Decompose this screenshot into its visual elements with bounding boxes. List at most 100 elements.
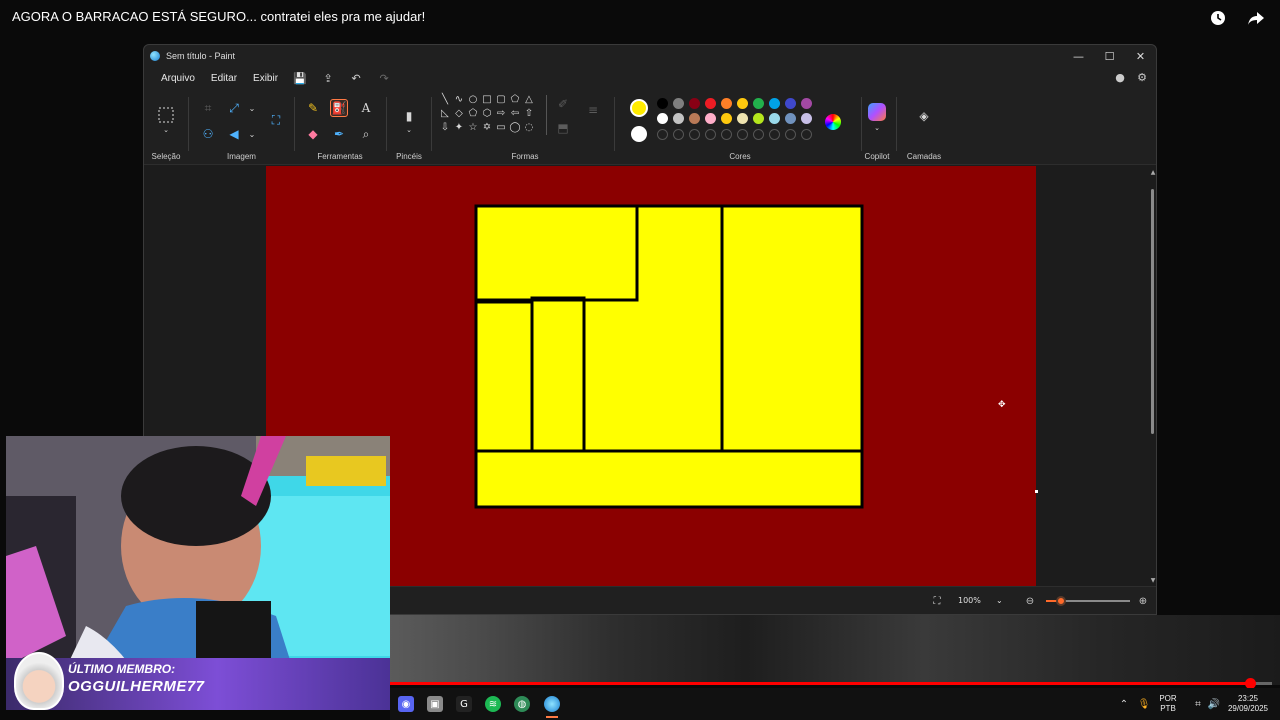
color-swatch[interactable]: [737, 113, 748, 124]
video-progress-bar[interactable]: [390, 678, 1272, 689]
menu-arquivo[interactable]: Arquivo: [153, 73, 203, 84]
color-picker-icon[interactable]: ✒: [330, 125, 348, 143]
line-shape-icon[interactable]: ╲: [438, 92, 452, 106]
redo-icon[interactable]: ↷: [370, 72, 398, 85]
fit-to-window-icon[interactable]: ⛶: [931, 595, 943, 607]
save-icon[interactable]: 💾: [286, 72, 314, 85]
image-effect-icon[interactable]: ⚇: [199, 125, 217, 143]
color-swatch[interactable]: [769, 98, 780, 109]
camera-app-icon[interactable]: ▣: [427, 696, 443, 712]
color-swatch[interactable]: [689, 113, 700, 124]
microphone-icon[interactable]: 🎙: [1136, 696, 1152, 712]
empty-color-slot[interactable]: [769, 129, 780, 140]
browser-icon[interactable]: ◍: [514, 696, 530, 712]
hexagon-shape-icon[interactable]: ⬡: [480, 106, 494, 120]
empty-color-slot[interactable]: [657, 129, 668, 140]
crop-icon[interactable]: ⌗: [199, 99, 217, 117]
color-swatch[interactable]: [785, 113, 796, 124]
curve-shape-icon[interactable]: ∿: [452, 92, 466, 106]
color-swatch[interactable]: [753, 98, 764, 109]
callout-oval-shape-icon[interactable]: ◯: [508, 120, 522, 134]
callout-cloud-shape-icon[interactable]: ◌: [522, 120, 536, 134]
selection-chevron-icon[interactable]: ⌄: [157, 125, 175, 135]
eraser-icon[interactable]: ◆: [304, 125, 322, 143]
edit-colors-icon[interactable]: [825, 114, 841, 130]
empty-color-slot[interactable]: [673, 129, 684, 140]
magnifier-icon[interactable]: ⌕: [357, 125, 375, 143]
menu-exibir[interactable]: Exibir: [245, 73, 286, 84]
zoom-slider[interactable]: [1046, 596, 1130, 606]
scroll-up-icon[interactable]: ▲: [1150, 169, 1156, 176]
fill-style-icon[interactable]: ⬒: [554, 119, 572, 137]
discord-icon[interactable]: ◉: [398, 696, 414, 712]
empty-color-slot[interactable]: [689, 129, 700, 140]
pencil-icon[interactable]: ✎: [304, 99, 322, 117]
empty-color-slot[interactable]: [753, 129, 764, 140]
shape-size-icon[interactable]: ≡: [584, 101, 602, 119]
color-swatch[interactable]: [705, 113, 716, 124]
background-removal-icon[interactable]: ⛶: [265, 109, 287, 131]
selection-rect-icon[interactable]: [157, 106, 175, 124]
secondary-color[interactable]: [631, 126, 647, 142]
empty-color-slot[interactable]: [721, 129, 732, 140]
tray-chevron-icon[interactable]: ⌃: [1116, 696, 1132, 712]
spotify-icon[interactable]: ≋: [485, 696, 501, 712]
scroll-thumb[interactable]: [1151, 189, 1154, 434]
maximize-button[interactable]: ☐: [1094, 45, 1125, 67]
canvas-resize-handle[interactable]: [1035, 490, 1038, 493]
color-swatch[interactable]: [801, 98, 812, 109]
oval-shape-icon[interactable]: ○: [466, 92, 480, 106]
share-file-icon[interactable]: ⇪: [314, 72, 342, 85]
scroll-down-icon[interactable]: ▼: [1150, 577, 1156, 584]
outline-icon[interactable]: ✐: [554, 95, 572, 113]
color-swatch[interactable]: [673, 113, 684, 124]
star4-shape-icon[interactable]: ✦: [452, 120, 466, 134]
diamond-shape-icon[interactable]: ◇: [452, 106, 466, 120]
right-arrow-shape-icon[interactable]: ⇨: [494, 106, 508, 120]
zoom-out-icon[interactable]: ⊖: [1024, 595, 1036, 607]
minimize-button[interactable]: —: [1063, 45, 1094, 67]
color-swatch[interactable]: [721, 113, 732, 124]
paint-taskbar-icon[interactable]: [544, 696, 560, 712]
color-swatch[interactable]: [689, 98, 700, 109]
primary-color[interactable]: [630, 99, 648, 117]
color-swatch[interactable]: [721, 98, 732, 109]
empty-color-slot[interactable]: [705, 129, 716, 140]
zoom-in-icon[interactable]: ⊕: [1137, 595, 1149, 607]
copilot-icon[interactable]: [868, 103, 886, 121]
rounded-rect-shape-icon[interactable]: ▢: [494, 92, 508, 106]
down-arrow-shape-icon[interactable]: ⇩: [438, 120, 452, 134]
resize-chevron-icon[interactable]: ⌄: [243, 99, 261, 117]
close-button[interactable]: ✕: [1125, 45, 1156, 67]
color-swatch[interactable]: [801, 113, 812, 124]
copilot-chevron-icon[interactable]: ⌄: [868, 123, 886, 133]
network-icon[interactable]: ⌗: [1190, 696, 1206, 712]
volume-icon[interactable]: 🔊: [1206, 696, 1222, 712]
resize-icon[interactable]: ⤢: [225, 99, 243, 117]
right-triangle-shape-icon[interactable]: ◺: [438, 106, 452, 120]
color-swatch[interactable]: [769, 113, 780, 124]
color-swatch[interactable]: [753, 113, 764, 124]
star5-shape-icon[interactable]: ☆: [466, 120, 480, 134]
brush-chevron-icon[interactable]: ⌄: [400, 125, 418, 135]
vertical-scrollbar[interactable]: ▲ ▼: [1150, 169, 1156, 584]
brush-icon[interactable]: ▮: [400, 107, 418, 125]
empty-color-slot[interactable]: [737, 129, 748, 140]
color-swatch[interactable]: [705, 98, 716, 109]
color-swatch[interactable]: [785, 98, 796, 109]
zoom-slider-knob[interactable]: [1056, 596, 1067, 606]
clock-icon[interactable]: [1208, 8, 1228, 28]
layers-icon[interactable]: ◈: [915, 107, 933, 125]
triangle-shape-icon[interactable]: △: [522, 92, 536, 106]
undo-icon[interactable]: ↶: [342, 72, 370, 85]
up-arrow-shape-icon[interactable]: ⇧: [522, 106, 536, 120]
empty-color-slot[interactable]: [801, 129, 812, 140]
rotate-chevron-icon[interactable]: ⌄: [243, 125, 261, 143]
account-icon[interactable]: ●: [1114, 71, 1126, 84]
text-icon[interactable]: A: [357, 99, 375, 117]
empty-color-slot[interactable]: [785, 129, 796, 140]
callout-rect-shape-icon[interactable]: ▭: [494, 120, 508, 134]
share-icon[interactable]: [1246, 8, 1266, 28]
color-swatch[interactable]: [657, 98, 668, 109]
color-swatch[interactable]: [673, 98, 684, 109]
